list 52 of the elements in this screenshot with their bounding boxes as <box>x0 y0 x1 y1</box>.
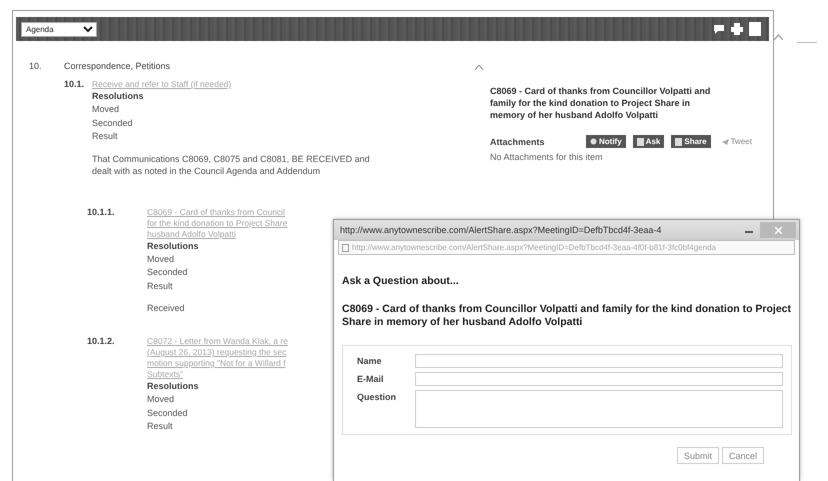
comment-icon[interactable] <box>713 24 725 34</box>
agenda-item-link[interactable]: Receive and refer to Staff (if needed) <box>92 79 232 90</box>
submit-button[interactable]: Submit <box>676 447 719 464</box>
field-label: Name <box>357 355 383 368</box>
share-button[interactable]: Share <box>671 135 711 148</box>
resolution-field: Result <box>147 420 173 434</box>
resolution-field: Seconded <box>147 406 188 420</box>
text-field[interactable] <box>415 372 783 386</box>
tweet-button[interactable]: Tweet <box>718 135 756 148</box>
field-label: E-Mail <box>357 373 385 386</box>
resolution-field: Moved <box>92 103 120 116</box>
ask-button[interactable]: Ask <box>632 135 664 148</box>
resolution-text: That Communications C8069, C8075 and C8081, BE RECEIVED and dealt with as noted in the Council Agenda and Addendum <box>92 152 371 176</box>
question-subject: C8069 - Card of thanks from Councillor Volpatti and family for the kind donation to Project Share in memory of her husband Adolfo Volpatti <box>342 303 792 329</box>
notify-button[interactable]: Notify <box>586 135 626 148</box>
resolutions-label: Resolutions <box>147 380 199 393</box>
resolution-field: Moved <box>147 252 174 266</box>
resolution-field: Seconded <box>147 266 188 280</box>
address-text: http://www.anytownescribe.com/AlertShare.aspx?MeetingID=DefbTbcd4f-3eaa-4f0f-b81f-3fc0bf4genda <box>352 243 716 252</box>
square-icon <box>675 138 682 146</box>
close-icon[interactable] <box>774 226 782 234</box>
popup-title: http://www.anytownescribe.com/AlertShare.aspx?MeetingID=DefbTbcd4f-3eaa-4 <box>340 225 662 235</box>
section-title: Correspondence, Petitions <box>64 61 170 71</box>
item-number: 10.1.1. <box>87 206 116 218</box>
scroll-up-icon[interactable] <box>774 34 783 40</box>
square-icon <box>636 138 644 146</box>
circle-icon <box>590 138 597 145</box>
cancel-button[interactable]: Cancel <box>722 447 764 464</box>
triangle-icon <box>722 138 729 144</box>
page-icon <box>342 244 349 252</box>
agenda-item-link[interactable]: C8072 - Letter from Wanda Klak, a re (August 26, 2013) requesting the sec motion supporting "Not for a Willard f Subtexts" <box>147 336 288 380</box>
close-button[interactable] <box>760 222 796 238</box>
resolution-field: Moved <box>147 393 174 406</box>
resolution-field: Result <box>147 280 173 293</box>
minimize-icon[interactable] <box>745 231 753 233</box>
resolution-text: Received <box>147 302 185 314</box>
no-attachments-text: No Attachments for this item <box>490 152 604 162</box>
field-label: Question <box>357 391 398 404</box>
section-number: 10. <box>29 61 43 71</box>
question-field[interactable] <box>415 390 783 428</box>
resolutions-label: Resolutions <box>92 90 144 103</box>
text-field[interactable] <box>415 354 783 368</box>
item-title: C8069 - Card of thanks from Councillor Volpatti and family for the kind donation to Project Share in memory of her husband Adolfo Volpatti <box>490 85 712 121</box>
resolution-field: Seconded <box>92 116 133 130</box>
agenda-dropdown[interactable]: Agenda <box>21 22 97 36</box>
dialog-heading: Ask a Question about... <box>342 275 460 287</box>
document-icon[interactable] <box>749 22 761 36</box>
resolution-field: Result <box>92 130 118 144</box>
item-number: 10.1.2. <box>87 336 116 348</box>
agenda-item-link[interactable]: C8069 - Card of thanks from Council for the kind donation to Project Share husband Adolfo Volpatti <box>147 206 288 240</box>
resolutions-label: Resolutions <box>147 240 199 252</box>
attachments-label: Attachments <box>490 136 546 146</box>
